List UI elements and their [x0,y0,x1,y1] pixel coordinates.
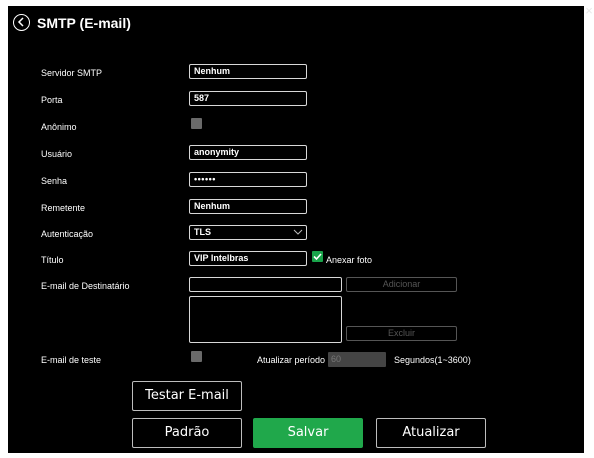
check-icon [313,253,322,261]
server-label: Servidor SMTP [41,68,103,78]
test-checkbox[interactable] [191,351,202,362]
period-label: Atualizar período [257,355,326,365]
recipient-list[interactable] [189,296,342,343]
close-icon[interactable]: × [584,4,594,18]
chevron-down-icon [293,229,303,235]
save-button[interactable]: Salvar [253,418,363,448]
anonymous-checkbox[interactable] [191,118,202,129]
recipient-input[interactable] [189,277,342,292]
user-input[interactable]: anonymity [189,145,307,160]
default-button[interactable]: Padrão [132,418,242,448]
test-email-button[interactable]: Testar E-mail [132,381,242,411]
sender-input[interactable]: Nenhum [189,199,307,214]
auth-label: Autenticação [41,229,94,239]
attach-checkbox[interactable] [312,251,323,262]
recipient-label: E-mail de Destinatário [41,281,130,291]
back-icon[interactable] [13,14,30,31]
delete-button[interactable]: Excluir [346,326,457,341]
password-input[interactable]: •••••• [189,172,307,187]
auth-select-value: TLS [194,227,211,237]
subject-label: Título [41,255,64,265]
auth-select[interactable]: TLS [189,225,307,240]
attach-label: Anexar foto [326,255,373,265]
user-label: Usuário [41,149,73,159]
port-input[interactable]: 587 [189,91,307,106]
sender-label: Remetente [41,203,86,213]
refresh-button[interactable]: Atualizar [376,418,486,448]
test-label: E-mail de teste [41,355,102,365]
add-button[interactable]: Adicionar [346,277,457,292]
smtp-panel: SMTP (E-mail) Servidor SMTP Nenhum Porta… [8,6,584,453]
password-label: Senha [41,176,68,186]
subject-input[interactable]: VIP Intelbras [189,251,307,266]
page-title: SMTP (E-mail) [37,15,131,31]
server-input[interactable]: Nenhum [189,64,307,79]
period-unit: Segundos(1~3600) [394,355,471,365]
period-input[interactable]: 60 [328,352,386,367]
port-label: Porta [41,95,63,105]
anonymous-label: Anônimo [41,122,77,132]
